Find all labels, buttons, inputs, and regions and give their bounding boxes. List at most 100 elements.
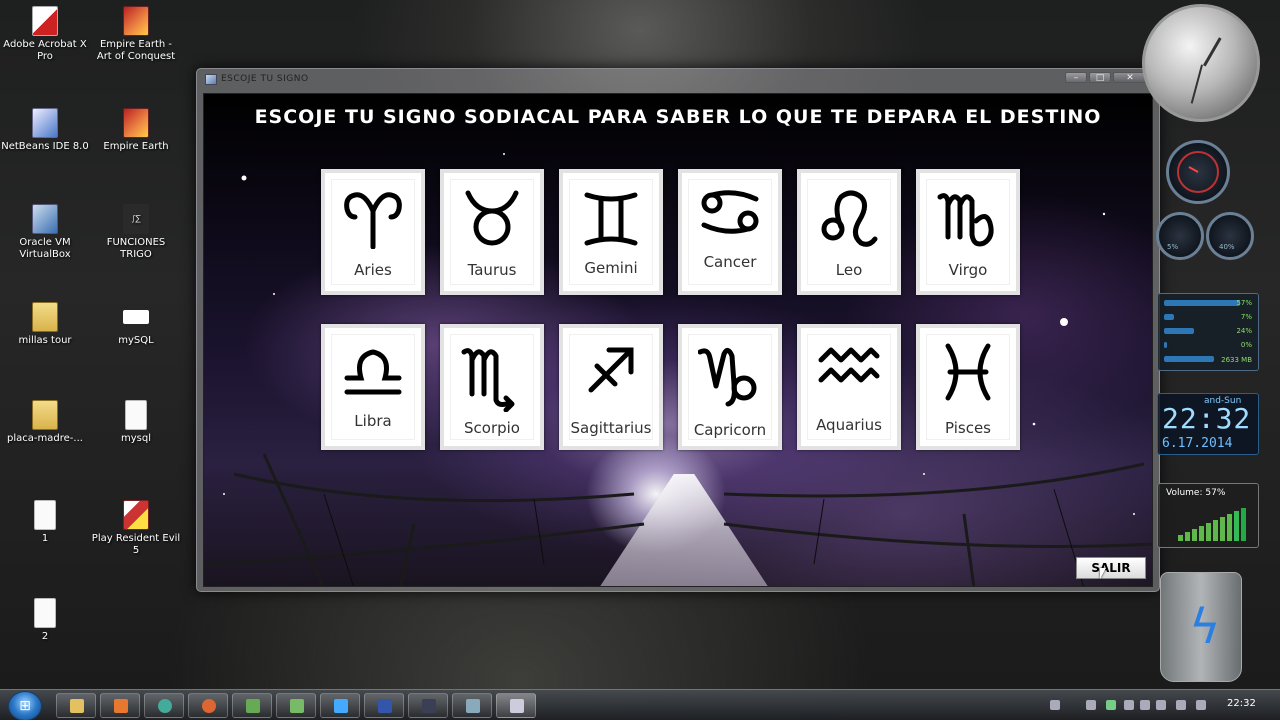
desktop-icon-label: Adobe Acrobat X Pro bbox=[3, 39, 87, 62]
cpu-gauge-right[interactable]: 40% bbox=[1206, 212, 1254, 260]
aries-icon bbox=[344, 192, 402, 249]
sign-card-libra[interactable]: Libra bbox=[321, 324, 425, 450]
bridge-image bbox=[599, 474, 769, 586]
app-icon bbox=[290, 699, 304, 713]
desktop-icon-file-2[interactable]: 2 bbox=[0, 598, 90, 643]
chrome-icon bbox=[158, 699, 172, 713]
taskbar-media[interactable] bbox=[100, 693, 140, 718]
meter-value: 0% bbox=[1240, 341, 1252, 349]
volume-icon[interactable] bbox=[1196, 700, 1206, 710]
system-meter-panel[interactable]: 57% 7% 24% 0% 2633 MB bbox=[1157, 293, 1259, 371]
app-icon bbox=[205, 74, 217, 85]
desktop-icon-label: mysql bbox=[121, 433, 151, 444]
taskbar-clock[interactable]: 22:32 bbox=[1227, 698, 1256, 709]
sign-card-capricorn[interactable]: Capricorn bbox=[678, 324, 782, 450]
window-controls: – □ ✕ bbox=[1065, 72, 1147, 83]
tray-icon[interactable] bbox=[1124, 700, 1134, 710]
taskbar-app-1[interactable] bbox=[232, 693, 272, 718]
virtualbox-icon bbox=[466, 699, 480, 713]
sign-card-gemini[interactable]: Gemini bbox=[559, 169, 663, 295]
desktop-icon-netbeans[interactable]: NetBeans IDE 8.0 bbox=[0, 108, 90, 153]
capricorn-icon bbox=[698, 348, 757, 407]
meter-bar bbox=[1164, 328, 1194, 334]
pisces-icon bbox=[945, 343, 991, 401]
app-icon bbox=[378, 699, 392, 713]
zodiac-window: ESCOJE TU SIGNO – □ ✕ ESCOJE TU SIGNO SO… bbox=[196, 68, 1160, 592]
tray-icon[interactable] bbox=[1156, 700, 1166, 710]
sign-card-sagittarius[interactable]: Sagittarius bbox=[559, 324, 663, 450]
meter-bar bbox=[1164, 356, 1214, 362]
taskbar-app-2[interactable] bbox=[276, 693, 316, 718]
desktop-icon-empire-earth[interactable]: Empire Earth bbox=[91, 108, 181, 153]
tray-icon[interactable] bbox=[1086, 700, 1096, 710]
tray-icon[interactable] bbox=[1106, 700, 1116, 710]
taskbar-app-6[interactable] bbox=[452, 693, 492, 718]
sign-card-virgo[interactable]: Virgo bbox=[916, 169, 1020, 295]
virtualbox-icon bbox=[32, 204, 58, 234]
folder-icon bbox=[32, 400, 58, 430]
file-icon bbox=[34, 598, 56, 628]
sign-label: Taurus bbox=[467, 261, 517, 279]
sign-card-cancer[interactable]: Cancer bbox=[678, 169, 782, 295]
desktop-icon-millas-tour[interactable]: millas tour bbox=[0, 302, 90, 347]
window-content: ESCOJE TU SIGNO SODIACAL PARA SABER LO Q… bbox=[203, 93, 1153, 587]
app-icon bbox=[422, 699, 436, 713]
cpu-gauge-left[interactable]: 5% bbox=[1156, 212, 1204, 260]
maximize-button[interactable]: □ bbox=[1089, 72, 1111, 83]
sign-card-taurus[interactable]: Taurus bbox=[440, 169, 544, 295]
game-icon bbox=[123, 500, 149, 530]
exit-button[interactable]: SALIR bbox=[1076, 557, 1146, 579]
start-button[interactable]: ⊞ bbox=[8, 691, 42, 720]
virgo-icon bbox=[937, 193, 994, 247]
desktop-icon-virtualbox[interactable]: Oracle VM VirtualBox bbox=[0, 204, 90, 261]
folder-icon bbox=[70, 699, 84, 713]
volume-gadget[interactable]: Volume: 57% bbox=[1157, 483, 1259, 548]
desktop-icon-mysql-file[interactable]: mysql bbox=[91, 400, 181, 445]
window-titlebar[interactable]: ESCOJE TU SIGNO – □ ✕ bbox=[197, 69, 1159, 91]
libra-icon bbox=[344, 349, 402, 395]
cpu-gauge-main[interactable] bbox=[1166, 140, 1230, 204]
clock-gadget[interactable] bbox=[1142, 4, 1260, 122]
tray-icon[interactable] bbox=[1140, 700, 1150, 710]
pdf-icon bbox=[32, 6, 58, 36]
taskbar-app-5[interactable] bbox=[408, 693, 448, 718]
sign-card-leo[interactable]: Leo bbox=[797, 169, 901, 295]
clock-date: 6.17.2014 bbox=[1162, 436, 1233, 451]
app-icon bbox=[334, 699, 348, 713]
desktop-icon-label: 2 bbox=[41, 631, 49, 642]
taskbar-explorer[interactable] bbox=[56, 693, 96, 718]
tray-icon[interactable] bbox=[1050, 700, 1060, 710]
taskbar-app-3[interactable] bbox=[320, 693, 360, 718]
desktop-icon-resident-evil[interactable]: Play Resident Evil 5 bbox=[91, 500, 181, 557]
minute-hand bbox=[1190, 64, 1203, 104]
desktop-icon-funciones-trigo[interactable]: ∫∑ FUNCIONES TRIGO bbox=[91, 204, 181, 261]
minimize-button[interactable]: – bbox=[1065, 72, 1087, 83]
folder-icon bbox=[32, 302, 58, 332]
digital-clock-gadget[interactable]: and-Sun 22:32 6.17.2014 bbox=[1157, 393, 1259, 455]
taskbar-app-active[interactable] bbox=[496, 693, 536, 718]
desktop-icon-empire-earth-aoc[interactable]: Empire Earth - Art of Conquest bbox=[91, 6, 181, 63]
sign-card-aquarius[interactable]: Aquarius bbox=[797, 324, 901, 450]
sign-card-pisces[interactable]: Pisces bbox=[916, 324, 1020, 450]
desktop-icon-file-1[interactable]: 1 bbox=[0, 500, 90, 545]
sign-card-aries[interactable]: Aries bbox=[321, 169, 425, 295]
sagittarius-icon bbox=[588, 347, 634, 393]
desktop-icon-mysql-shortcut[interactable]: mySQL bbox=[91, 302, 181, 347]
meter-bar bbox=[1164, 300, 1240, 306]
gemini-icon bbox=[584, 192, 638, 246]
taskbar-chrome[interactable] bbox=[144, 693, 184, 718]
network-icon[interactable] bbox=[1176, 700, 1186, 710]
sign-label: Libra bbox=[354, 412, 392, 430]
sign-label: Sagittarius bbox=[570, 419, 652, 437]
desktop-icon-placa-madre[interactable]: placa-madre-... bbox=[0, 400, 90, 445]
sign-card-scorpio[interactable]: Scorpio bbox=[440, 324, 544, 450]
close-button[interactable]: ✕ bbox=[1113, 72, 1147, 83]
taskbar-firefox[interactable] bbox=[188, 693, 228, 718]
gauge-needle-icon bbox=[1177, 151, 1219, 193]
sign-label: Pisces bbox=[945, 419, 991, 437]
recycle-bin[interactable]: ϟ bbox=[1160, 572, 1242, 682]
taskbar-app-4[interactable] bbox=[364, 693, 404, 718]
desktop-icon-acrobat[interactable]: Adobe Acrobat X Pro bbox=[0, 6, 90, 63]
desktop-icon-label: Oracle VM VirtualBox bbox=[19, 237, 71, 260]
sign-label: Capricorn bbox=[693, 421, 767, 439]
